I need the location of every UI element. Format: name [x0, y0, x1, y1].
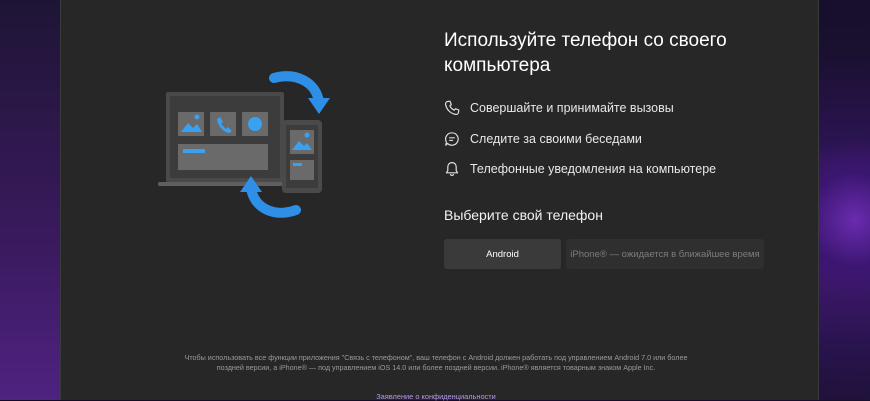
desktop-background-left [0, 0, 60, 400]
feature-chats: Следите за своими беседами [444, 129, 642, 149]
phone-icon [444, 100, 460, 116]
page-title: Используйте телефон со своего компьютера [444, 30, 727, 76]
laptop-base [158, 182, 298, 186]
phone-pc-sync-illustration [158, 71, 330, 218]
tile-image [178, 112, 204, 136]
feature-label: Телефонные уведомления на компьютере [470, 162, 717, 176]
feature-notifications: Телефонные уведомления на компьютере [444, 159, 716, 179]
bell-icon [445, 162, 459, 176]
feature-label: Следите за своими беседами [470, 132, 642, 146]
tile-wide [178, 144, 268, 170]
feature-calls: Совершайте и принимайте вызовы [444, 98, 674, 118]
requirements-notice: Чтобы использовать все функции приложени… [184, 353, 688, 372]
phone-link-window: Используйте телефон со своего компьютера… [60, 0, 819, 401]
android-button[interactable]: Android [444, 239, 561, 269]
chat-icon [445, 132, 459, 146]
iphone-button: iPhone® — ожидается в ближайшее время [566, 239, 764, 269]
feature-label: Совершайте и принимайте вызовы [470, 101, 674, 115]
choose-phone-heading: Выберите свой телефон [444, 207, 603, 223]
tile-phone [210, 112, 236, 136]
